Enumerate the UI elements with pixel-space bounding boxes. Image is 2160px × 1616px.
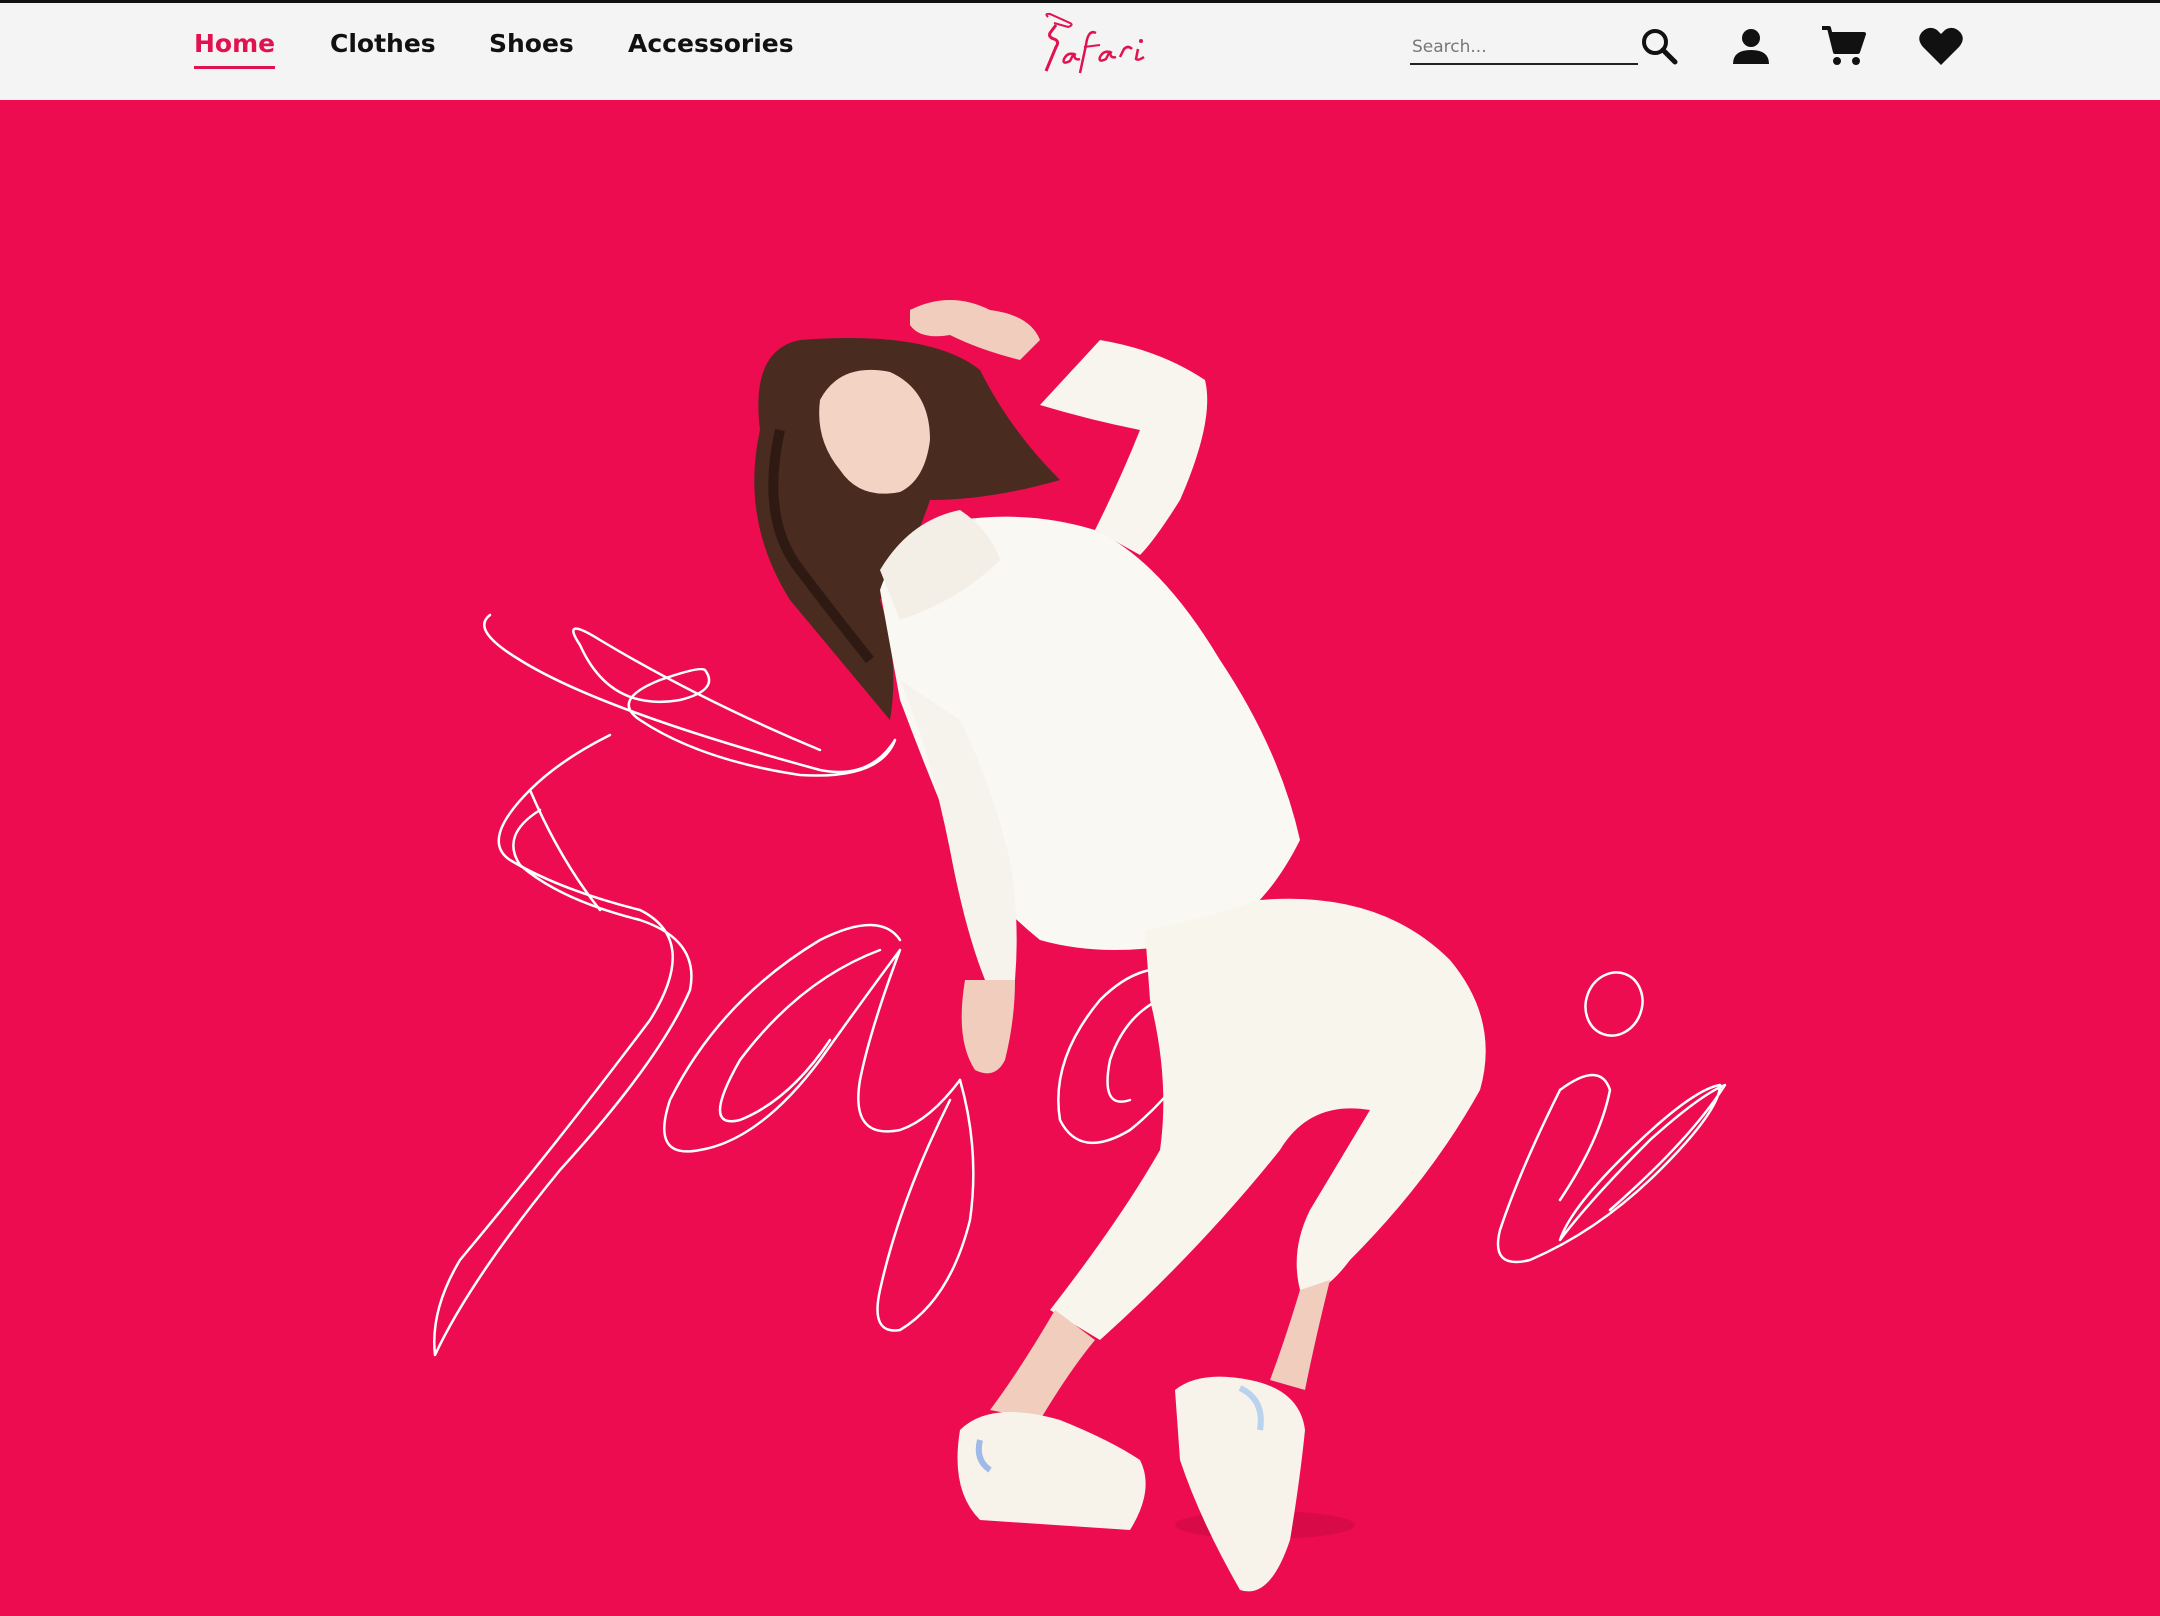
- heart-icon: [1919, 27, 1963, 66]
- hero-banner: [0, 100, 2160, 1616]
- cart-button[interactable]: [1818, 21, 1868, 71]
- top-navigation-bar: Home Clothes Shoes Accessories: [0, 3, 2160, 100]
- nav-link-accessories[interactable]: Accessories: [628, 29, 794, 66]
- search-field-wrapper: [1410, 33, 1642, 65]
- safari-logo[interactable]: [1040, 11, 1152, 77]
- nav-link-home[interactable]: Home: [194, 29, 276, 69]
- wishlist-button[interactable]: [1916, 21, 1966, 71]
- user-icon: [1733, 29, 1769, 64]
- search-button[interactable]: [1634, 21, 1684, 71]
- search-input[interactable]: [1410, 33, 1642, 61]
- nav-link-clothes[interactable]: Clothes: [330, 29, 436, 66]
- search-icon: [1642, 29, 1678, 65]
- nav-link-shoes[interactable]: Shoes: [489, 29, 574, 66]
- model-image: [754, 300, 1486, 1592]
- account-button[interactable]: [1726, 21, 1776, 71]
- cart-icon: [1822, 26, 1866, 65]
